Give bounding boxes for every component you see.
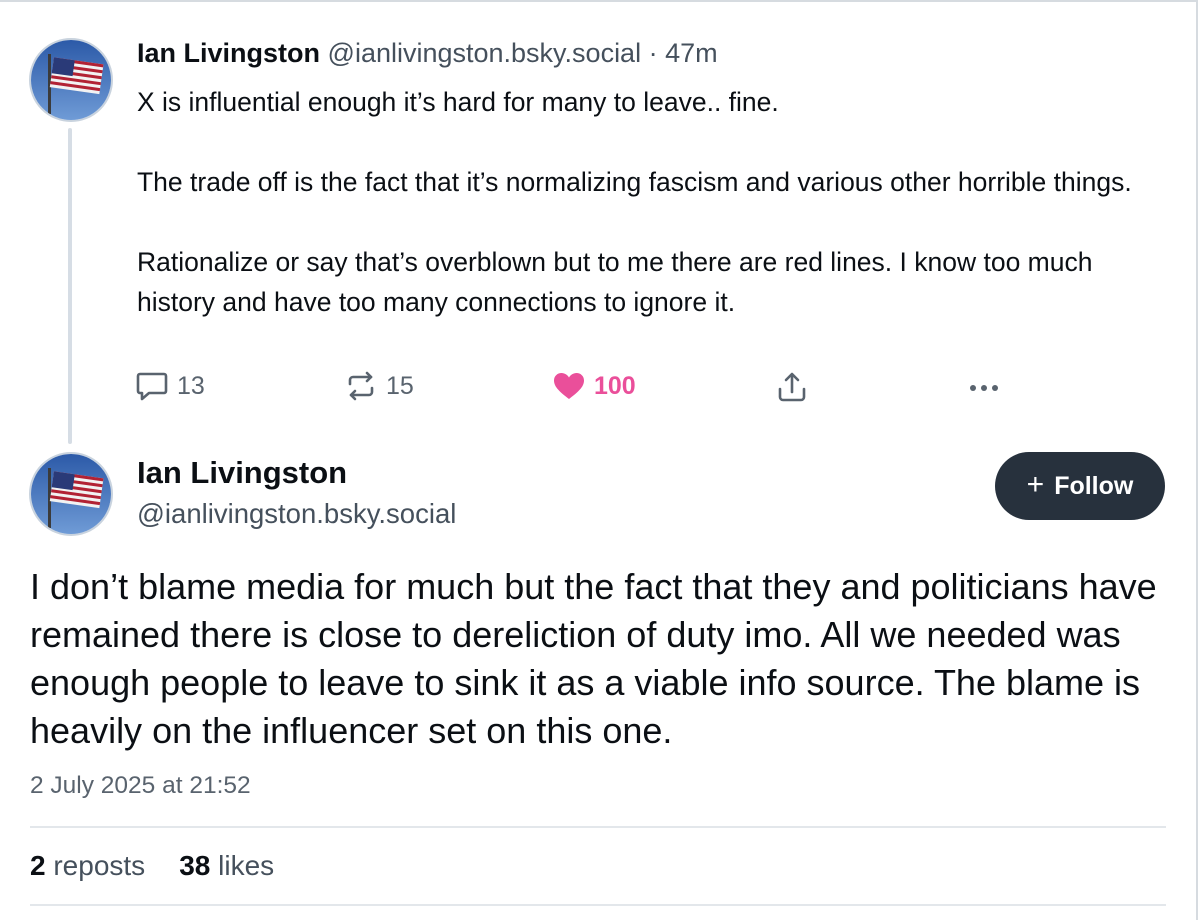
parent-time-ago[interactable]: 47m (665, 38, 718, 68)
repost-count: 15 (386, 371, 414, 400)
main-avatar[interactable] (29, 452, 113, 536)
frame-top-border (0, 0, 1198, 2)
likes-count: 38 (179, 850, 211, 881)
divider (30, 826, 1166, 828)
likes-stat[interactable]: 38 likes (179, 850, 274, 882)
share-button[interactable] (775, 370, 809, 404)
main-author-name[interactable]: Ian Livingston (137, 455, 347, 491)
plus-icon: + (1026, 467, 1045, 501)
main-author-handle[interactable]: @ianlivingston.bsky.social (137, 498, 456, 530)
likes-label: likes (218, 850, 275, 881)
parent-avatar[interactable] (29, 38, 113, 122)
repost-icon (348, 371, 374, 401)
reposts-stat[interactable]: 2 reposts (30, 850, 145, 882)
header-separator: · (648, 38, 658, 68)
us-flag-icon (31, 454, 111, 534)
parent-post-text: X is influential enough it’s hard for ma… (137, 82, 1157, 322)
parent-paragraph-1: X is influential enough it’s hard for ma… (137, 87, 779, 117)
more-button[interactable] (967, 370, 1001, 402)
parent-author-name[interactable]: Ian Livingston (137, 38, 320, 68)
reply-button[interactable]: 13 (135, 370, 205, 402)
bottom-divider (30, 904, 1166, 906)
share-icon (778, 372, 806, 402)
thread-line (68, 128, 72, 444)
like-count: 100 (594, 371, 636, 400)
reply-icon (136, 372, 168, 401)
parent-author-handle[interactable]: @ianlivingston.bsky.social (328, 38, 642, 68)
reply-count: 13 (177, 371, 205, 400)
main-post-text: I don’t blame media for much but the fac… (30, 566, 1157, 751)
us-flag-icon (31, 40, 111, 120)
parent-post-actions: 13 15 100 (135, 370, 1015, 414)
post-stats: 2 reposts 38 likes (30, 850, 274, 882)
post-timestamp: 2 July 2025 at 21:52 (30, 772, 251, 799)
heart-icon (554, 373, 584, 399)
parent-paragraph-3: Rationalize or say that’s overblown but … (137, 247, 1093, 317)
parent-paragraph-2: The trade off is the fact that it’s norm… (137, 167, 1132, 197)
reposts-label: reposts (53, 850, 146, 881)
follow-button[interactable]: + Follow (995, 452, 1165, 520)
more-icon (970, 385, 998, 391)
repost-button[interactable]: 15 (344, 370, 414, 402)
like-button[interactable]: 100 (552, 370, 636, 402)
follow-label: Follow (1054, 471, 1134, 500)
reposts-count: 2 (30, 850, 46, 881)
parent-post-header: Ian Livingston @ianlivingston.bsky.socia… (137, 38, 718, 69)
